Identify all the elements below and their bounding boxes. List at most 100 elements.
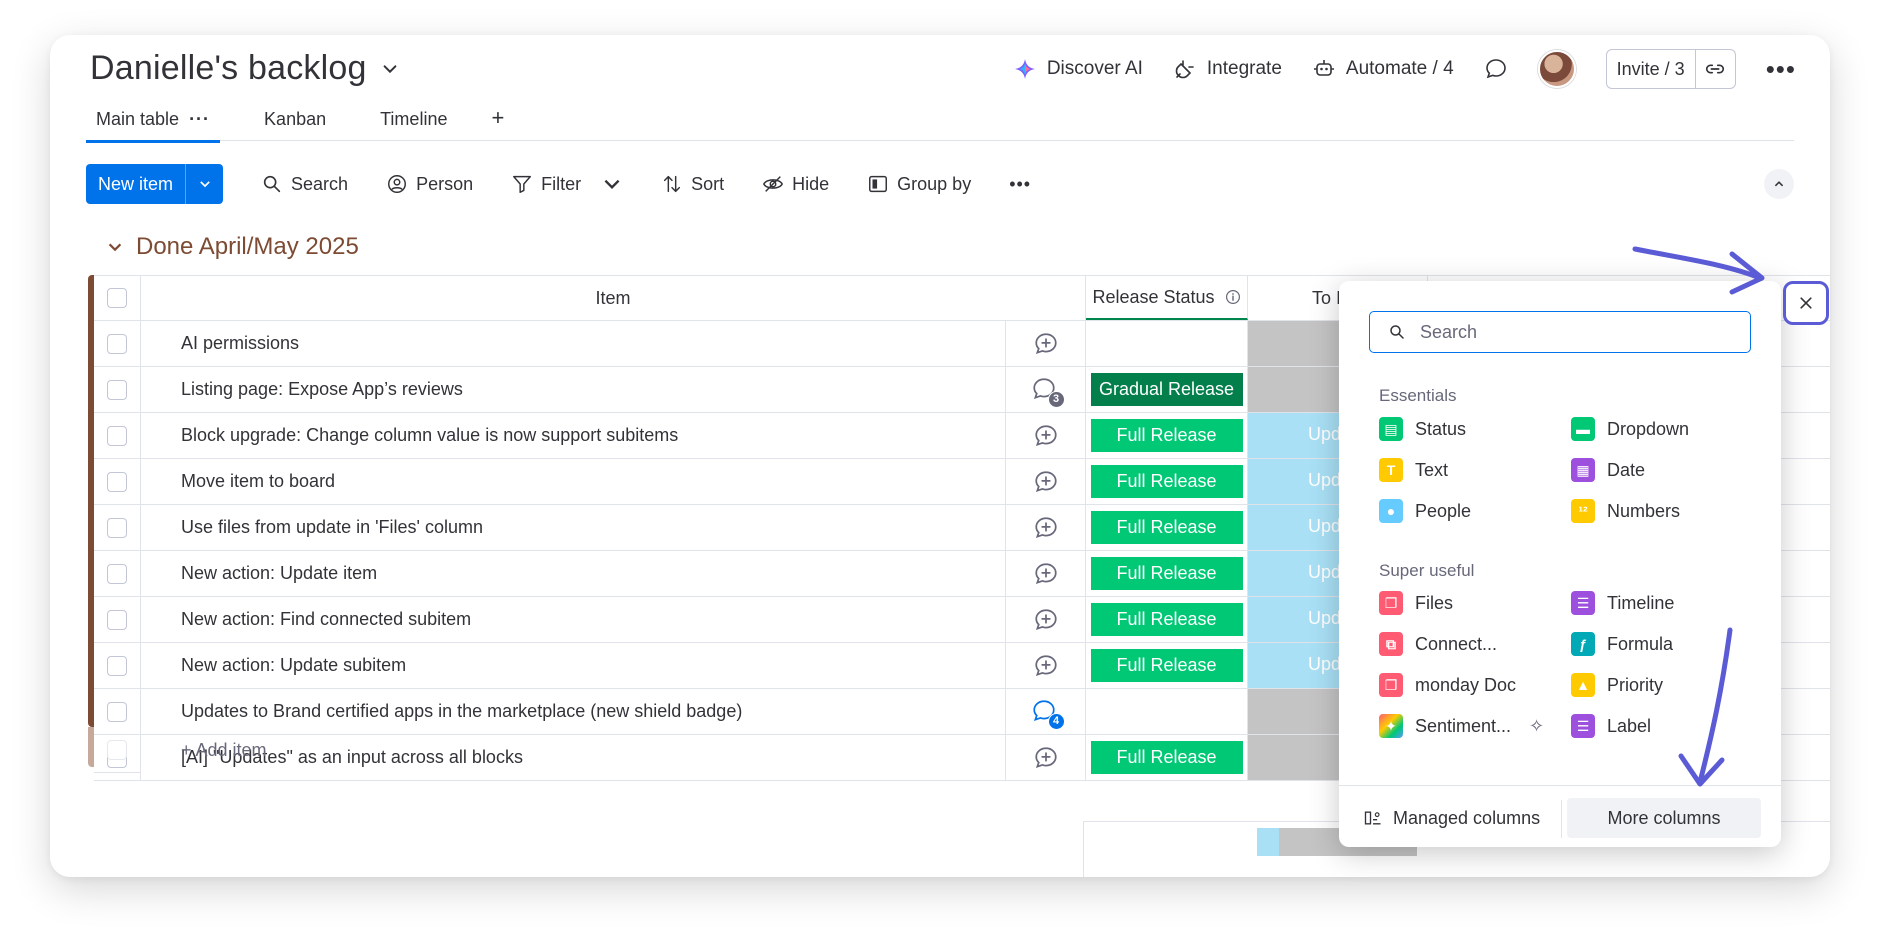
column-type-dropdown[interactable]: ▬ Dropdown <box>1571 417 1689 441</box>
to-cell-text: Upd <box>1308 654 1342 674</box>
search-button[interactable]: Search <box>261 173 348 195</box>
release-status-cell[interactable]: Full Release <box>1086 413 1248 458</box>
row-checkbox[interactable] <box>94 413 141 458</box>
column-type-priority[interactable]: ▲ Priority <box>1571 673 1663 697</box>
automate-button[interactable]: Automate / 4 <box>1312 57 1454 81</box>
item-name-cell[interactable]: Block upgrade: Change column value is no… <box>141 413 1006 458</box>
row-checkbox[interactable] <box>94 367 141 412</box>
column-type-date[interactable]: ▦ Date <box>1571 458 1645 482</box>
release-status-cell[interactable] <box>1086 321 1248 366</box>
row-checkbox[interactable] <box>94 459 141 504</box>
search-icon <box>1390 325 1404 339</box>
avatar[interactable] <box>1537 50 1576 88</box>
item-name-cell[interactable]: Use files from update in 'Files' column <box>141 505 1006 550</box>
column-header-item[interactable]: Item <box>141 276 1086 320</box>
column-search-input[interactable]: Search <box>1369 311 1751 353</box>
chevron-up-icon <box>1774 181 1784 187</box>
tab-main-table[interactable]: Main table ··· <box>86 103 221 143</box>
column-type-files[interactable]: ❐ Files <box>1379 591 1453 615</box>
column-type-monday-doc[interactable]: ❐ monday Doc <box>1379 673 1516 697</box>
add-update-icon <box>1034 608 1057 630</box>
release-status-cell[interactable]: Full Release <box>1086 459 1248 504</box>
tab-timeline[interactable]: Timeline <box>370 103 457 142</box>
column-type-people[interactable]: ● People <box>1379 499 1471 523</box>
column-type-text[interactable]: T Text <box>1379 458 1448 482</box>
column-type-label: Date <box>1607 459 1646 480</box>
column-header-release-status[interactable]: Release Status <box>1086 276 1248 320</box>
release-status-cell[interactable]: Gradual Release <box>1086 367 1248 412</box>
column-type-timeline[interactable]: ☰ Timeline <box>1571 591 1674 615</box>
updates-cell[interactable] <box>1006 459 1086 504</box>
popup-footer: Managed columns More columns <box>1339 785 1781 847</box>
updates-cell[interactable]: 3 <box>1006 367 1086 412</box>
new-item-dropdown[interactable] <box>185 164 223 204</box>
info-icon[interactable] <box>1225 289 1241 305</box>
chevron-down-icon[interactable] <box>601 173 623 195</box>
collapse-header-button[interactable] <box>1764 169 1794 199</box>
automate-label: Automate / 4 <box>1345 58 1454 79</box>
invite-button[interactable]: Invite / 3 <box>1605 49 1736 89</box>
section-essentials: Essentials <box>1379 386 1457 405</box>
more-options-icon[interactable]: ••• <box>1766 56 1796 82</box>
updates-cell[interactable] <box>1006 505 1086 550</box>
tab-options-icon[interactable]: ··· <box>189 109 210 130</box>
item-name-cell[interactable]: New action: Update subitem <box>141 643 1006 688</box>
new-item-label: New item <box>98 173 174 194</box>
add-view-icon[interactable]: + <box>491 105 504 131</box>
column-type-sentiment[interactable]: ✦ Sentiment... ✧ <box>1379 714 1544 738</box>
item-name: Updates to Brand certified apps in the m… <box>181 701 743 721</box>
release-status-cell[interactable]: Full Release <box>1086 551 1248 596</box>
managed-columns-button[interactable]: Managed columns <box>1363 798 1540 838</box>
updates-cell[interactable] <box>1006 597 1086 642</box>
board-title[interactable]: Danielle's backlog <box>90 49 399 88</box>
column-type-label: Files <box>1415 592 1454 613</box>
updates-cell[interactable] <box>1006 321 1086 366</box>
add-item-label[interactable]: + Add item <box>181 740 267 761</box>
row-checkbox[interactable] <box>94 321 141 366</box>
release-status-cell[interactable]: Full Release <box>1086 643 1248 688</box>
release-status-cell[interactable]: Full Release <box>1086 505 1248 550</box>
updates-count-badge: 3 <box>1047 390 1065 408</box>
column-type-label[interactable]: ☰ Label <box>1571 714 1651 738</box>
row-checkbox[interactable] <box>94 551 141 596</box>
item-name: New action: Update subitem <box>181 655 407 675</box>
column-type-connect[interactable]: ⧉ Connect... <box>1379 632 1497 656</box>
item-name-cell[interactable]: Move item to board <box>141 459 1006 504</box>
discover-ai-button[interactable]: Discover AI <box>1013 57 1143 81</box>
close-popup-button[interactable] <box>1783 281 1829 325</box>
updates-cell[interactable] <box>1006 643 1086 688</box>
item-name: Listing page: Expose App’s reviews <box>181 379 463 399</box>
sort-button[interactable]: Sort <box>661 173 724 195</box>
updates-button[interactable] <box>1484 57 1508 81</box>
hide-button[interactable]: Hide <box>762 173 829 195</box>
group-header[interactable]: Done April/May 2025 <box>106 233 359 261</box>
add-update-icon <box>1034 424 1057 446</box>
updates-cell[interactable] <box>1006 551 1086 596</box>
row-checkbox[interactable] <box>94 643 141 688</box>
priority-icon: ▲ <box>1571 673 1595 697</box>
filter-button[interactable]: Filter <box>511 173 623 195</box>
column-type-numbers[interactable]: ¹² Numbers <box>1571 499 1680 523</box>
integrate-button[interactable]: Integrate <box>1173 57 1282 81</box>
group-by-button[interactable]: Group by <box>867 173 971 195</box>
item-name-cell[interactable]: AI permissions <box>141 321 1006 366</box>
toolbar-more-icon[interactable]: ••• <box>1009 175 1031 193</box>
item-name-cell[interactable]: New action: Update item <box>141 551 1006 596</box>
column-type-status[interactable]: ▤ Status <box>1379 417 1466 441</box>
column-type-formula[interactable]: ƒ Formula <box>1571 632 1673 656</box>
item-name-cell[interactable]: New action: Find connected subitem <box>141 597 1006 642</box>
copy-link-button[interactable] <box>1694 50 1735 88</box>
more-columns-label: More columns <box>1607 807 1721 828</box>
tab-kanban[interactable]: Kanban <box>254 103 336 142</box>
item-name-cell[interactable]: Listing page: Expose App’s reviews <box>141 367 1006 412</box>
person-filter-button[interactable]: Person <box>386 173 473 195</box>
row-checkbox[interactable] <box>94 505 141 550</box>
release-status-cell[interactable]: Full Release <box>1086 597 1248 642</box>
select-all-checkbox[interactable] <box>94 276 141 320</box>
updates-cell[interactable] <box>1006 413 1086 458</box>
new-item-button[interactable]: New item <box>86 164 224 204</box>
to-cell-text: Upd <box>1308 470 1342 490</box>
more-columns-button[interactable]: More columns <box>1567 798 1761 838</box>
section-super-useful: Super useful <box>1379 561 1475 580</box>
row-checkbox[interactable] <box>94 597 141 642</box>
